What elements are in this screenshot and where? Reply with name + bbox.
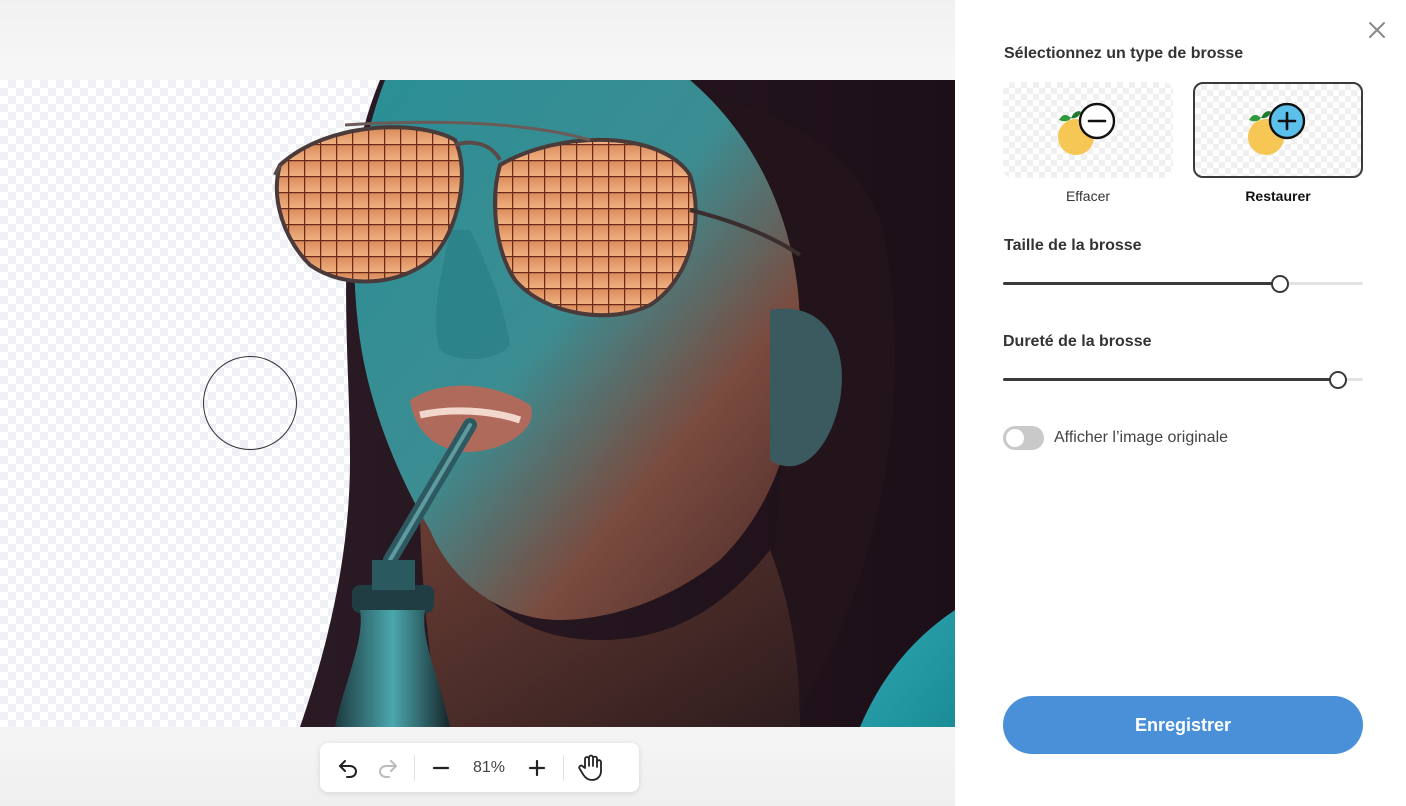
- brush-hardness-title: Dureté de la brosse: [1003, 333, 1152, 350]
- slider-fill: [1003, 378, 1338, 381]
- show-original-label: Afficher l’image originale: [1054, 429, 1229, 446]
- slider-thumb[interactable]: [1271, 275, 1290, 293]
- redo-icon: [378, 759, 397, 778]
- edited-photo[interactable]: [0, 80, 955, 727]
- restore-brush-card[interactable]: [1193, 82, 1363, 178]
- brush-hardness-slider[interactable]: [1003, 369, 1363, 389]
- undo-icon: [339, 759, 358, 778]
- brush-size-title: Taille de la brosse: [1004, 237, 1142, 254]
- show-original-row: Afficher l’image originale: [1003, 426, 1228, 450]
- image-canvas[interactable]: [0, 80, 955, 727]
- brush-settings-panel: Sélectionnez un type de brosse Effacer R…: [955, 0, 1406, 806]
- zoom-level: 81%: [472, 758, 506, 776]
- brush-size-slider[interactable]: [1003, 273, 1363, 293]
- redo-button[interactable]: [368, 750, 408, 786]
- close-icon: [1369, 22, 1385, 38]
- slider-thumb[interactable]: [1328, 371, 1347, 389]
- minus-icon: [432, 766, 450, 769]
- zoom-in-button[interactable]: [517, 750, 557, 786]
- brush-cursor: [203, 356, 297, 450]
- hand-icon: [578, 754, 602, 781]
- close-button[interactable]: [1365, 18, 1389, 42]
- slider-fill: [1003, 282, 1281, 285]
- show-original-toggle[interactable]: [1003, 426, 1044, 450]
- erase-brush-label: Effacer: [1065, 188, 1111, 204]
- restore-brush-icon: [1248, 102, 1306, 155]
- brush-type-title: Sélectionnez un type de brosse: [1004, 45, 1244, 62]
- toggle-knob: [1006, 429, 1024, 447]
- pan-button[interactable]: [570, 750, 610, 786]
- toolbar-divider: [414, 754, 415, 781]
- canvas-toolbar: 81%: [320, 743, 639, 792]
- canvas-area: 81%: [0, 0, 955, 806]
- undo-button[interactable]: [328, 750, 368, 786]
- plus-icon: [528, 759, 546, 776]
- erase-brush-icon: [1058, 102, 1116, 155]
- toolbar-divider: [563, 754, 564, 781]
- save-button[interactable]: Enregistrer: [1003, 696, 1363, 754]
- erase-brush-card[interactable]: [1003, 82, 1173, 178]
- restore-brush-label: Restaurer: [1245, 188, 1311, 204]
- zoom-out-button[interactable]: [421, 750, 461, 786]
